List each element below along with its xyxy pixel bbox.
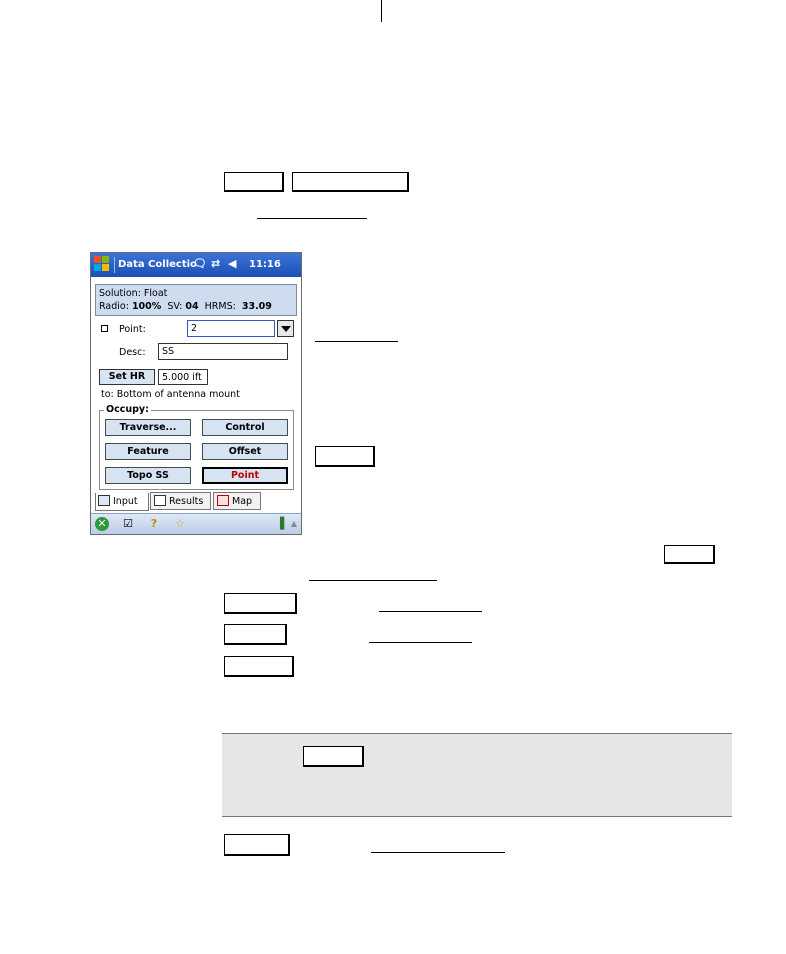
doc-key-placeholder-4 <box>664 545 715 564</box>
title-separator <box>114 257 115 273</box>
doc-key-placeholder-2 <box>292 172 409 192</box>
occupy-group: Occupy: Traverse... Control Feature Offs… <box>99 404 294 490</box>
doc-link-placeholder-5 <box>369 642 472 643</box>
app-title: Data Collectio <box>118 259 197 270</box>
tab-strip: Input Results Map <box>91 492 301 513</box>
doc-key-placeholder-1 <box>224 172 284 192</box>
keyboard-up-icon[interactable]: ▲ <box>287 517 301 531</box>
hr-target-text: to: Bottom of antenna mount <box>101 389 240 400</box>
doc-link-placeholder-3 <box>309 580 437 581</box>
volume-icon[interactable]: ◀︎ <box>228 257 236 270</box>
speech-bubble-icon[interactable]: 🗨 <box>193 257 207 270</box>
point-label: Point: <box>119 324 146 335</box>
hr-value-field[interactable]: 5.000 ift <box>158 369 208 385</box>
point-input[interactable]: 2 <box>187 320 275 337</box>
doc-link-placeholder-2 <box>315 341 398 342</box>
receiver-icon[interactable]: ▐ <box>273 517 287 531</box>
doc-link-placeholder-1 <box>257 218 367 219</box>
doc-key-placeholder-3 <box>315 446 375 467</box>
feature-button[interactable]: Feature <box>105 443 191 460</box>
point-dropdown-button[interactable] <box>277 320 294 337</box>
offset-button[interactable]: Offset <box>202 443 288 460</box>
command-bar: ✕ ☑ ? ☆ ▐ ▲ <box>91 513 301 534</box>
sv-label: SV: <box>167 301 183 312</box>
doc-key-placeholder-8 <box>224 834 290 856</box>
pda-title-bar: Data Collectio 🗨 ⇄ ◀︎ 11:16 <box>91 253 301 277</box>
radio-label: Radio: <box>99 301 129 312</box>
radio-status: Radio: 100% SV: 04 HRMS: 33.09 <box>99 301 272 312</box>
note-box <box>222 733 732 817</box>
solution-status: Solution: Float <box>99 288 168 299</box>
desc-input[interactable]: SS <box>158 343 288 360</box>
map-tab-icon <box>217 495 229 506</box>
tab-map[interactable]: Map <box>213 492 261 510</box>
tab-input-label: Input <box>113 496 138 507</box>
windows-start-icon[interactable] <box>94 256 110 272</box>
desc-label: Desc: <box>119 347 146 358</box>
note-key-placeholder <box>303 746 364 767</box>
doc-link-placeholder-6 <box>371 852 505 853</box>
sv-value: 04 <box>185 301 199 312</box>
doc-key-placeholder-5 <box>224 593 297 614</box>
connectivity-icon[interactable]: ⇄ <box>211 257 220 270</box>
point-button[interactable]: Point <box>202 467 288 484</box>
input-tab-icon <box>98 495 110 506</box>
topo-ss-button[interactable]: Topo SS <box>105 467 191 484</box>
doc-key-placeholder-7 <box>224 656 294 677</box>
star-icon[interactable]: ☆ <box>173 517 187 531</box>
solution-panel: Solution: Float Radio: 100% SV: 04 HRMS:… <box>95 284 297 316</box>
doc-link-placeholder-4 <box>379 611 482 612</box>
tab-map-label: Map <box>232 496 253 507</box>
doc-key-placeholder-6 <box>224 624 287 645</box>
close-icon[interactable]: ✕ <box>95 517 109 531</box>
occupy-title: Occupy: <box>104 404 151 415</box>
tab-input[interactable]: Input <box>95 493 149 511</box>
tab-results[interactable]: Results <box>150 492 211 510</box>
radio-value: 100% <box>131 301 162 312</box>
tab-results-label: Results <box>169 496 204 507</box>
set-hr-button[interactable]: Set HR <box>99 369 155 385</box>
hrms-label: HRMS: <box>204 301 236 312</box>
hrms-value: 33.09 <box>241 301 272 312</box>
point-indicator-icon <box>101 325 108 332</box>
help-icon[interactable]: ? <box>147 517 161 531</box>
pda-screenshot: Data Collectio 🗨 ⇄ ◀︎ 11:16 Solution: Fl… <box>90 252 302 535</box>
results-tab-icon <box>154 495 166 506</box>
header-rule <box>381 0 382 22</box>
traverse-button[interactable]: Traverse... <box>105 419 191 436</box>
checklist-icon[interactable]: ☑ <box>121 517 135 531</box>
clock[interactable]: 11:16 <box>249 259 281 270</box>
control-button[interactable]: Control <box>202 419 288 436</box>
